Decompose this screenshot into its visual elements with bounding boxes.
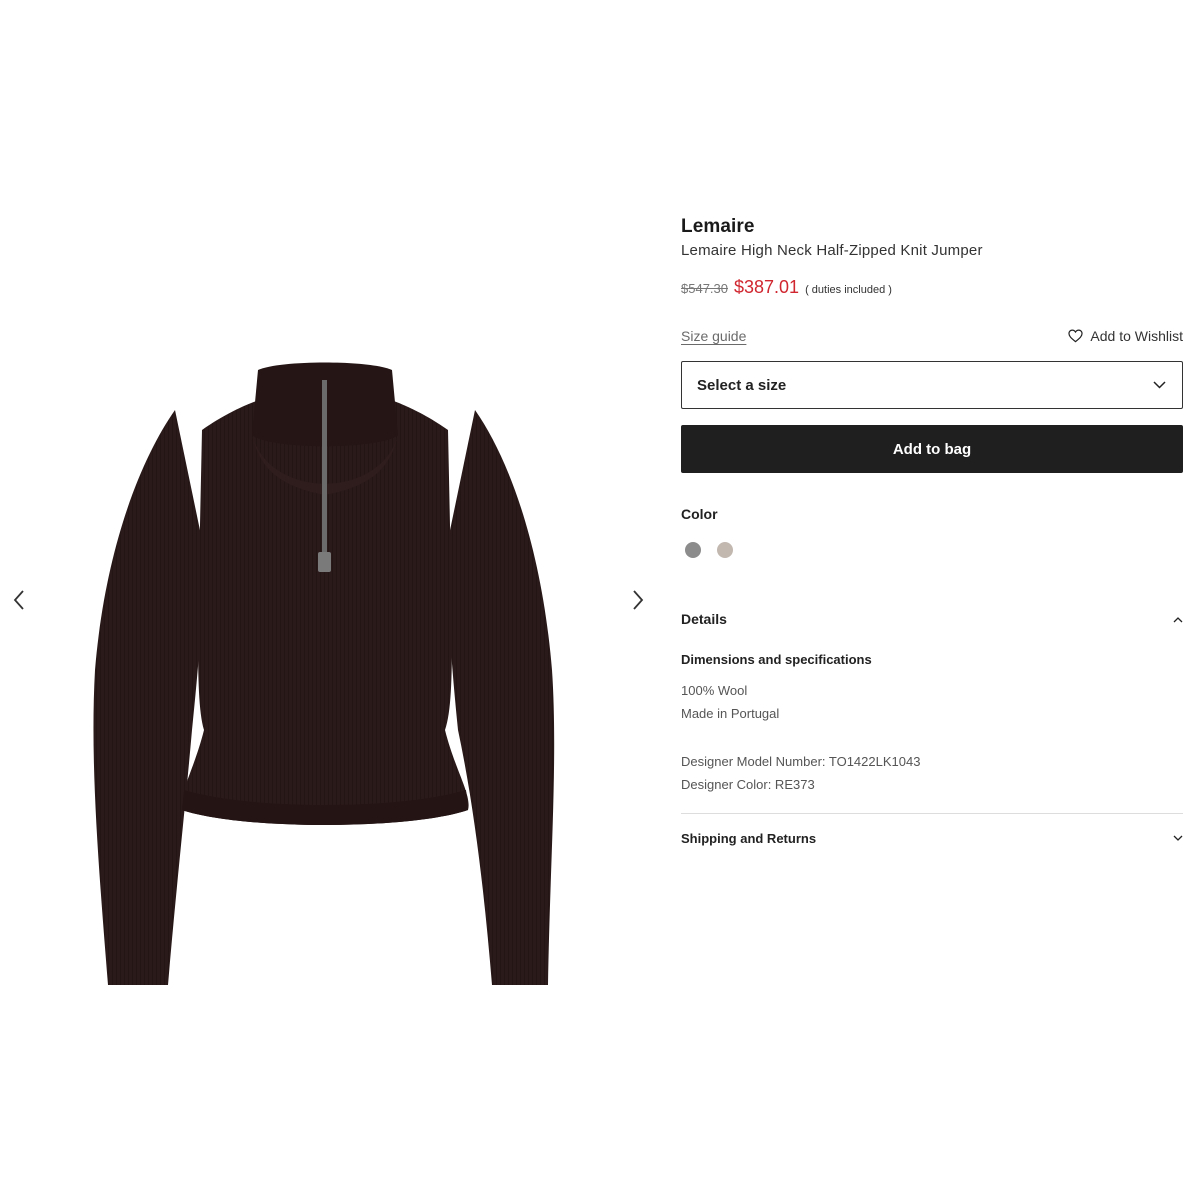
price-row: $547.30 $387.01 ( duties included ) [681, 277, 1183, 299]
shipping-accordion-toggle[interactable]: Shipping and Returns [681, 828, 1183, 848]
heart-icon [1068, 329, 1084, 343]
chevron-right-icon [633, 590, 644, 610]
divider [681, 813, 1183, 814]
color-swatch-taupe[interactable] [717, 542, 733, 558]
details-accordion-toggle[interactable]: Details [681, 609, 1183, 629]
spec-line: Designer Color: RE373 [681, 777, 815, 792]
details-title: Details [681, 611, 727, 627]
product-gallery [0, 320, 660, 1000]
wishlist-label: Add to Wishlist [1090, 328, 1183, 344]
color-swatch-grey[interactable] [685, 542, 701, 558]
shipping-title: Shipping and Returns [681, 830, 817, 846]
gallery-next-button[interactable] [624, 582, 652, 618]
chevron-down-icon [1173, 835, 1183, 841]
size-select[interactable]: Select a size [681, 361, 1183, 409]
color-swatches [681, 542, 1183, 558]
original-price: $547.30 [681, 281, 728, 296]
spec-line: Made in Portugal [681, 706, 780, 721]
product-image[interactable] [80, 340, 570, 990]
size-row: Size guide Add to Wishlist [681, 326, 1183, 346]
dimensions-title: Dimensions and specifications [681, 652, 872, 667]
product-info: Lemaire Lemaire High Neck Half-Zipped Kn… [681, 214, 1183, 848]
color-label: Color [681, 506, 718, 522]
duties-note: ( duties included ) [805, 284, 892, 296]
brand-name[interactable]: Lemaire [681, 214, 1183, 240]
product-title: Lemaire High Neck Half-Zipped Knit Jumpe… [681, 242, 983, 259]
spec-group-designer: Designer Model Number: TO1422LK1043 Desi… [681, 750, 1183, 796]
spec-line: Designer Model Number: TO1422LK1043 [681, 754, 921, 769]
chevron-up-icon [1173, 616, 1183, 622]
add-to-bag-button[interactable]: Add to bag [681, 425, 1183, 473]
spec-group-material: 100% Wool Made in Portugal [681, 679, 1183, 725]
size-guide-link[interactable]: Size guide [681, 328, 746, 344]
size-select-label: Select a size [697, 376, 787, 394]
chevron-left-icon [13, 590, 24, 610]
sale-price: $387.01 [734, 277, 800, 297]
add-to-wishlist-button[interactable]: Add to Wishlist [1068, 328, 1183, 344]
spec-line: 100% Wool [681, 683, 748, 698]
jumper-image [93, 362, 555, 985]
chevron-down-icon [1153, 381, 1166, 389]
gallery-prev-button[interactable] [5, 582, 33, 618]
